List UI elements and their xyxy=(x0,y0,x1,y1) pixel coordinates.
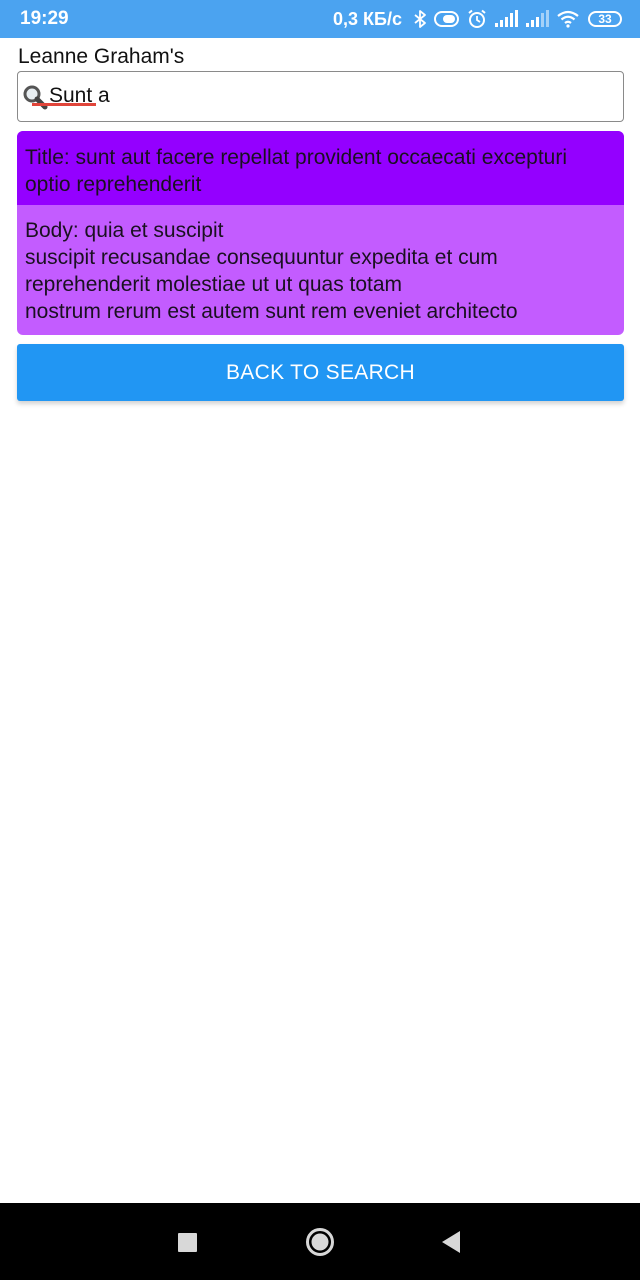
bluetooth-icon xyxy=(413,9,427,29)
spellcheck-underline xyxy=(32,103,96,106)
recents-icon[interactable] xyxy=(178,1233,197,1252)
battery-icon: 33 xyxy=(588,11,622,27)
navigation-bar xyxy=(0,1203,640,1280)
post-body-line: reprehenderit molestiae ut ut quas totam xyxy=(25,273,403,296)
signal-icon xyxy=(525,10,549,28)
signal-icon xyxy=(494,10,518,28)
status-time: 19:29 xyxy=(20,8,69,29)
search-field[interactable] xyxy=(17,71,624,122)
magnifier-icon xyxy=(22,84,48,110)
back-icon[interactable] xyxy=(440,1230,462,1254)
status-bar: 19:29 0,3 КБ/с 33 xyxy=(0,0,640,38)
data-saver-icon xyxy=(434,10,460,28)
alarm-icon xyxy=(467,9,487,29)
search-input[interactable] xyxy=(49,81,609,111)
post-body: Body: quia et suscipit suscipit recusand… xyxy=(17,205,624,335)
post-body-line: suscipit recusandae consequuntur expedit… xyxy=(25,246,498,269)
wifi-icon xyxy=(556,10,580,28)
page-title: Leanne Graham's xyxy=(18,45,185,68)
home-icon[interactable] xyxy=(305,1227,335,1257)
post-title: Title: sunt aut facere repellat providen… xyxy=(17,131,624,205)
post-body-line: Body: quia et suscipit xyxy=(25,219,224,242)
post-card: Title: sunt aut facere repellat providen… xyxy=(17,131,624,335)
back-to-search-button[interactable]: BACK TO SEARCH xyxy=(17,344,624,401)
network-speed: 0,3 КБ/с xyxy=(333,8,402,29)
battery-level: 33 xyxy=(598,12,612,26)
post-body-line: nostrum rerum est autem sunt rem eveniet… xyxy=(25,300,518,323)
status-icons: 0,3 КБ/с 33 xyxy=(333,7,622,31)
